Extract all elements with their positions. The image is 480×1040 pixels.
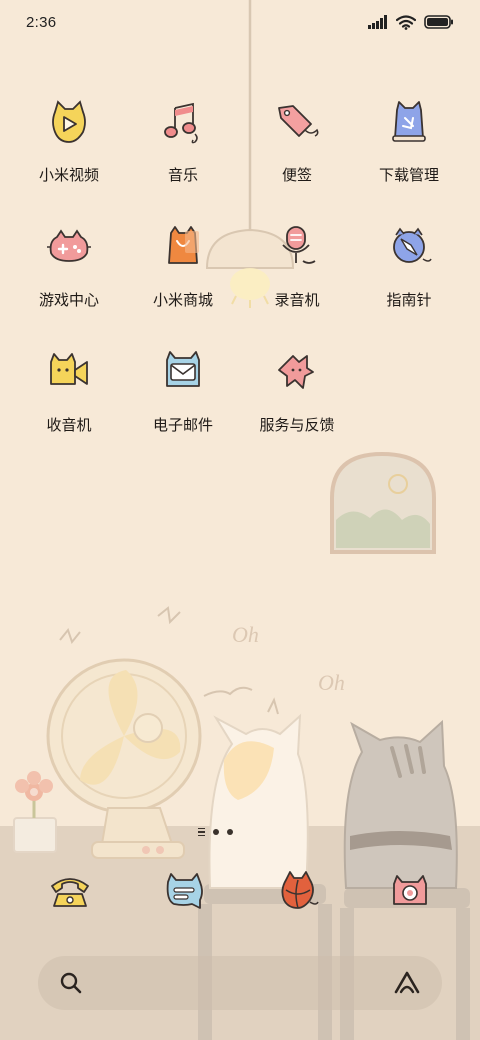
page-dot (227, 829, 233, 836)
dock-browser[interactable] (274, 868, 322, 916)
app-compass[interactable]: 指南针 (354, 223, 464, 310)
app-mi-store[interactable]: 小米商城 (128, 223, 238, 310)
status-bar: 2:36 (0, 0, 480, 44)
service-feedback-icon (273, 348, 321, 396)
status-time: 2:36 (26, 13, 57, 31)
page-indicator[interactable] (198, 828, 233, 837)
app-label: 指南针 (386, 292, 432, 309)
app-label: 游戏中心 (38, 292, 99, 309)
gamepad-icon (45, 223, 93, 271)
app-service-feedback[interactable]: 服务与反馈 (242, 348, 352, 435)
app-downloads[interactable]: 下载管理 (354, 98, 464, 185)
app-recorder[interactable]: 录音机 (242, 223, 352, 310)
home-screen: Oh Oh 2:36 小米视频 音乐 便签 下载管理 游戏中心 小米商城 录音机… (0, 0, 480, 1040)
compass-icon (385, 223, 433, 271)
video-cat-icon (45, 98, 93, 146)
signal-icon (368, 15, 387, 29)
radio-camera-icon (45, 348, 93, 396)
wifi-icon (396, 14, 416, 30)
app-mi-video[interactable]: 小米视频 (14, 98, 124, 185)
battery-icon (424, 15, 453, 29)
app-notes[interactable]: 便签 (242, 98, 352, 185)
app-label: 音乐 (167, 167, 198, 184)
app-label: 录音机 (274, 292, 320, 309)
assistant-icon[interactable] (392, 970, 422, 996)
dock (0, 868, 480, 920)
download-bag-icon (385, 98, 433, 146)
app-game-center[interactable]: 游戏中心 (14, 223, 124, 310)
telephone-icon (51, 878, 89, 907)
wallpaper-word-2: Oh (318, 670, 345, 695)
app-label: 小米商城 (152, 292, 213, 309)
app-label: 小米视频 (38, 167, 99, 184)
page-indicator-list (198, 828, 205, 837)
app-email[interactable]: 电子邮件 (128, 348, 238, 435)
app-music[interactable]: 音乐 (128, 98, 238, 185)
page-dot (213, 829, 219, 836)
app-label: 服务与反馈 (259, 417, 335, 434)
shopping-bag-icon (159, 223, 207, 271)
app-label: 便签 (281, 167, 312, 184)
cat-gray (343, 719, 458, 889)
app-radio[interactable]: 收音机 (14, 348, 124, 435)
dock-messages[interactable] (160, 868, 208, 916)
browser-ball-icon (281, 871, 319, 909)
mail-icon (159, 348, 207, 396)
wallpaper-word-1: Oh (232, 622, 259, 647)
note-tag-icon (273, 98, 321, 146)
search-icon[interactable] (58, 970, 84, 996)
message-icon (166, 873, 203, 909)
app-label: 下载管理 (378, 167, 439, 184)
status-icons (368, 14, 454, 30)
search-bar[interactable] (38, 956, 442, 1010)
camera-icon (393, 875, 427, 905)
dock-camera[interactable] (386, 868, 434, 916)
microphone-icon (273, 223, 321, 271)
music-note-icon (159, 98, 207, 146)
app-label: 收音机 (46, 417, 92, 434)
app-label: 电子邮件 (152, 417, 213, 434)
dock-phone[interactable] (46, 868, 94, 916)
